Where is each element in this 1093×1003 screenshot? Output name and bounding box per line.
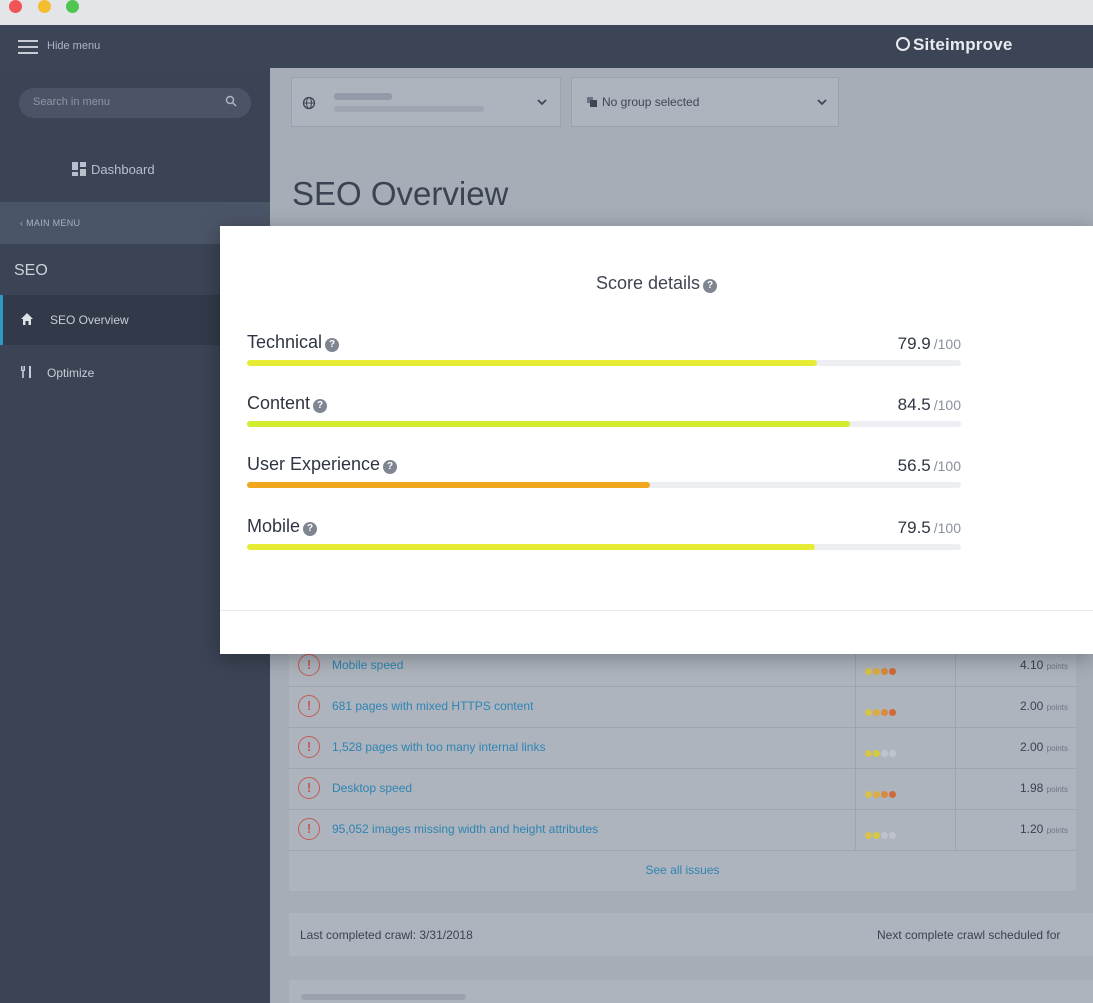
modal-divider xyxy=(220,610,1093,611)
severity-indicator xyxy=(865,744,897,757)
section-heading: SEO xyxy=(14,262,48,279)
window-titlebar xyxy=(0,0,1093,25)
bottom-card xyxy=(289,980,1093,1003)
issue-points: 1.20 points xyxy=(1019,822,1068,836)
siteimprove-logo-icon xyxy=(896,37,910,51)
table-row[interactable]: ! Desktop speed 1.98 points xyxy=(289,769,1076,810)
dashboard-link[interactable]: Dashboard xyxy=(72,162,155,177)
alert-icon: ! xyxy=(298,654,320,676)
help-icon[interactable]: ? xyxy=(303,522,318,536)
score-progress-fill xyxy=(247,544,815,550)
score-value: 79.5/100 xyxy=(897,518,961,537)
score-value: 79.9/100 xyxy=(897,334,961,353)
dashboard-label: Dashboard xyxy=(91,162,155,177)
main-menu-label: ‹ MAIN MENU xyxy=(20,218,81,228)
score-row-content: Content? 84.5/100 xyxy=(247,393,961,443)
see-all-issues-link[interactable]: See all issues xyxy=(289,863,1076,877)
globe-icon xyxy=(302,96,316,110)
severity-indicator xyxy=(865,703,897,716)
issue-link[interactable]: Desktop speed xyxy=(332,781,412,795)
help-icon[interactable]: ? xyxy=(703,279,718,293)
alert-icon: ! xyxy=(298,695,320,717)
site-url-redacted xyxy=(334,106,484,112)
modal-title: Score details? xyxy=(220,273,1093,294)
close-window-button[interactable] xyxy=(9,0,22,13)
issue-points: 2.00 points xyxy=(1019,699,1068,713)
score-label: Content? xyxy=(247,393,328,414)
table-row[interactable]: ! 681 pages with mixed HTTPS content 2.0… xyxy=(289,687,1076,728)
chevron-down-icon xyxy=(537,99,547,106)
utensils-icon xyxy=(21,366,31,378)
score-label: Mobile? xyxy=(247,516,318,537)
score-row-technical: Technical? 79.9/100 xyxy=(247,332,961,382)
menu-search-input[interactable]: Search in menu xyxy=(33,96,110,108)
alert-icon: ! xyxy=(298,736,320,758)
maximize-window-button[interactable] xyxy=(66,0,79,13)
score-progress-fill xyxy=(247,421,851,427)
hamburger-icon[interactable] xyxy=(18,40,38,54)
menu-search-field[interactable]: Search in menu xyxy=(19,88,251,118)
brand-logo: Siteimprove xyxy=(896,35,1013,55)
site-selector-dropdown[interactable] xyxy=(291,77,561,127)
sidebar-item-label: Optimize xyxy=(47,366,95,380)
help-icon[interactable]: ? xyxy=(313,399,328,413)
group-selector-value: No group selected xyxy=(602,95,700,109)
redacted-text xyxy=(301,994,466,1000)
site-name-redacted xyxy=(334,93,392,100)
alert-icon: ! xyxy=(298,818,320,840)
chevron-down-icon xyxy=(817,99,827,106)
score-row-user-experience: User Experience? 56.5/100 xyxy=(247,454,961,504)
score-row-mobile: Mobile? 79.5/100 xyxy=(247,516,961,566)
score-progress-bar xyxy=(247,544,961,550)
crawl-status-bar: Last completed crawl: 3/31/2018 Next com… xyxy=(289,913,1093,956)
table-row[interactable]: ! 1,528 pages with too many internal lin… xyxy=(289,728,1076,769)
score-progress-bar xyxy=(247,360,961,366)
alert-icon: ! xyxy=(298,777,320,799)
score-progress-bar xyxy=(247,482,961,488)
issue-points: 4.10 points xyxy=(1019,658,1068,672)
group-icon xyxy=(587,97,597,107)
severity-indicator xyxy=(865,826,897,839)
severity-indicator xyxy=(865,785,897,798)
issue-points: 2.00 points xyxy=(1019,740,1068,754)
score-progress-fill xyxy=(247,482,651,488)
score-progress-fill xyxy=(247,360,818,366)
brand-name: Siteimprove xyxy=(913,35,1013,54)
group-selector-dropdown[interactable]: No group selected xyxy=(571,77,839,127)
hide-menu-button[interactable]: Hide menu xyxy=(47,40,100,52)
issue-link[interactable]: 1,528 pages with too many internal links xyxy=(332,740,545,754)
issue-points: 1.98 points xyxy=(1019,781,1068,795)
severity-indicator xyxy=(865,662,897,675)
score-details-modal: Score details? Technical? 79.9/100 Conte… xyxy=(220,226,1093,654)
dashboard-icon xyxy=(72,162,86,176)
sidebar-item-label: SEO Overview xyxy=(50,313,129,327)
top-bar: Hide menu Siteimprove xyxy=(0,25,1093,68)
search-icon[interactable] xyxy=(225,95,237,107)
help-icon[interactable]: ? xyxy=(383,460,398,474)
issue-link[interactable]: 681 pages with mixed HTTPS content xyxy=(332,699,533,713)
help-icon[interactable]: ? xyxy=(325,338,340,352)
last-crawl-text: Last completed crawl: 3/31/2018 xyxy=(300,928,473,942)
minimize-window-button[interactable] xyxy=(38,0,51,13)
table-row[interactable]: ! 95,052 images missing width and height… xyxy=(289,810,1076,851)
score-value: 56.5/100 xyxy=(897,456,961,475)
home-icon xyxy=(21,313,33,325)
score-label: Technical? xyxy=(247,332,340,353)
page-title: SEO Overview xyxy=(292,175,509,212)
issues-table: ! Mobile speed 4.10 points ! 681 pages w… xyxy=(289,646,1076,891)
score-value: 84.5/100 xyxy=(897,395,961,414)
next-crawl-text: Next complete crawl scheduled for xyxy=(877,928,1061,942)
issue-link[interactable]: 95,052 images missing width and height a… xyxy=(332,822,598,836)
score-label: User Experience? xyxy=(247,454,398,475)
score-progress-bar xyxy=(247,421,961,427)
issue-link[interactable]: Mobile speed xyxy=(332,658,403,672)
